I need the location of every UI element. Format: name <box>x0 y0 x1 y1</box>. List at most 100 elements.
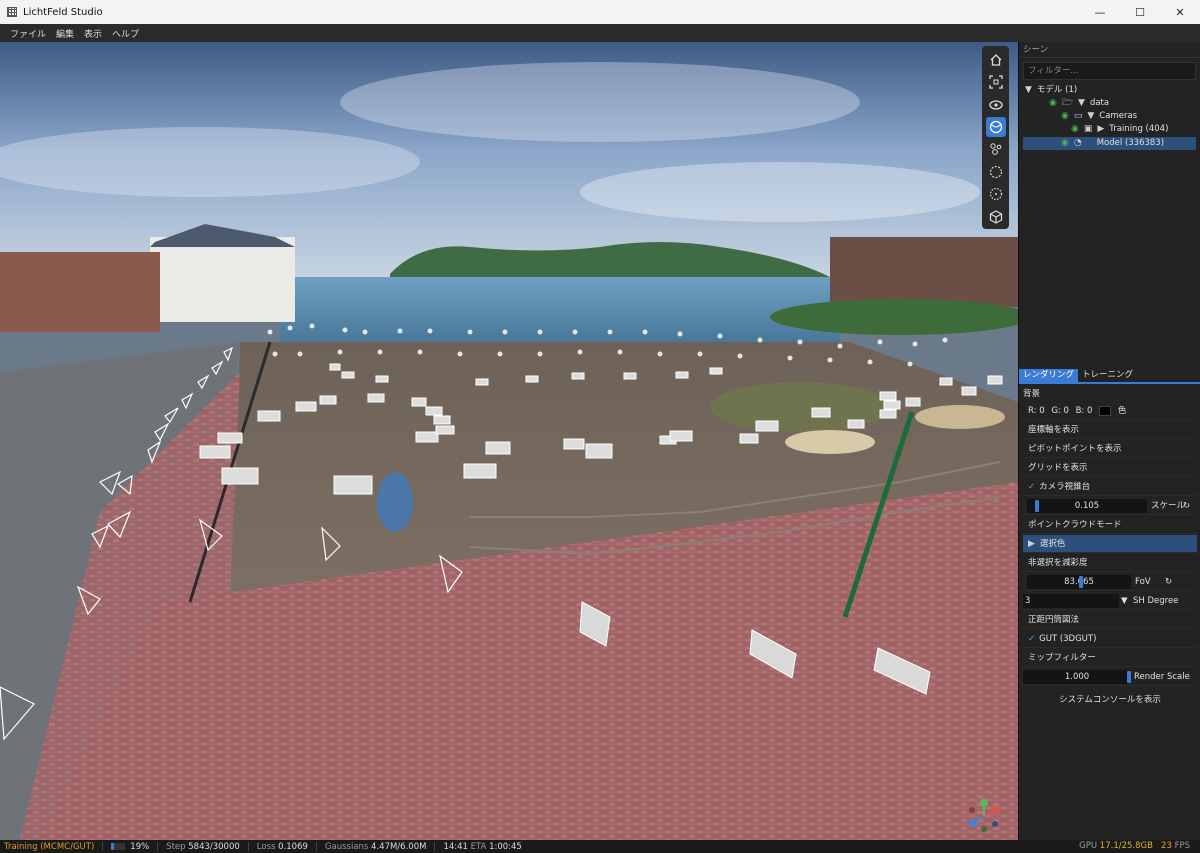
status-bar: Training (MCMC/GUT) 19% Step 5843/30000 … <box>0 840 1200 853</box>
side-panel: シーン フィルター... ▼ モデル (1) ◉ 🗁 ▼ data ◉ ▭ ▼ … <box>1018 42 1200 840</box>
reset-icon[interactable]: ↻ <box>1183 497 1190 515</box>
fps-label: FPS <box>1174 841 1190 851</box>
show-console-button[interactable]: システムコンソールを表示 <box>1023 690 1197 710</box>
gut-label: GUT (3DGUT) <box>1039 634 1097 644</box>
fov-slider[interactable]: 83.665 <box>1027 575 1131 589</box>
mip-filter-toggle[interactable]: ミップフィルター <box>1023 649 1197 667</box>
expand-arrow-icon[interactable]: ▼ <box>1087 110 1094 123</box>
3d-viewport[interactable] <box>0 42 1018 840</box>
render-scale-value: 1.000 <box>1064 672 1090 682</box>
tree-item-model[interactable]: ◉ ◔ Model (336383) <box>1023 137 1196 150</box>
expand-arrow-icon[interactable]: ▼ <box>1025 84 1032 97</box>
gut-toggle[interactable]: ✓ GUT (3DGUT) <box>1023 630 1197 648</box>
show-axes-toggle[interactable]: 座標軸を表示 <box>1023 421 1197 439</box>
gaussians-value: 4.47M/6.00M <box>371 841 427 852</box>
selection-color-row[interactable]: ▶ 選択色 <box>1023 535 1197 553</box>
fit-view-icon[interactable] <box>986 72 1006 92</box>
eta-value: 1:00:45 <box>489 841 522 852</box>
bg-b-field[interactable]: B: 0 <box>1076 406 1093 416</box>
collapse-arrow-icon[interactable]: ▶ <box>1097 123 1104 136</box>
home-icon[interactable] <box>986 50 1006 70</box>
progress-bar <box>111 843 126 850</box>
axis-gizmo[interactable] <box>966 798 1002 834</box>
app-logo-icon <box>7 7 17 17</box>
tab-rendering[interactable]: レンダリング <box>1019 369 1079 382</box>
tree-item-label: data <box>1089 98 1110 108</box>
show-grid-toggle[interactable]: グリッドを表示 <box>1023 459 1197 477</box>
checkmark-icon: ✓ <box>1028 634 1036 644</box>
slider-knob[interactable] <box>1035 500 1039 512</box>
scene-panel-title: シーン <box>1019 42 1200 58</box>
render-scale-label: Render Scale <box>1134 672 1190 682</box>
show-pivot-toggle[interactable]: ピボットポイントを表示 <box>1023 440 1197 458</box>
visibility-eye-icon[interactable]: ◉ <box>1061 110 1069 123</box>
tree-item-data[interactable]: ◉ 🗁 ▼ data <box>1049 97 1109 110</box>
select-dotted-icon[interactable] <box>986 184 1006 204</box>
viewport-toolbar <box>982 46 1009 229</box>
sh-degree-row: 3 ▼ SH Degree <box>1023 592 1197 610</box>
tab-training[interactable]: トレーニング <box>1078 369 1137 382</box>
close-button[interactable]: ✕ <box>1160 0 1200 24</box>
rendering-settings: 背景 R: 0 G: 0 B: 0 色 座標軸を表示 ピボットポイントを表示 グ… <box>1019 388 1200 714</box>
select-circle-icon[interactable] <box>986 162 1006 182</box>
menu-view[interactable]: 表示 <box>84 27 102 40</box>
minimize-button[interactable]: — <box>1080 0 1120 24</box>
point-cloud-icon[interactable] <box>986 140 1006 160</box>
gpu-label: GPU <box>1079 841 1098 851</box>
splat-render-icon[interactable] <box>985 117 1006 137</box>
window-title: LichtFeld Studio <box>23 6 103 18</box>
menu-edit[interactable]: 編集 <box>56 27 74 40</box>
slider-knob[interactable] <box>1127 671 1131 683</box>
visibility-eye-icon[interactable]: ◉ <box>1071 123 1079 136</box>
folder-open-icon: 🗁 <box>1061 98 1074 108</box>
tree-item-cameras[interactable]: ◉ ▭ ▼ Cameras <box>1061 110 1137 123</box>
folder-icon: ▭ <box>1073 111 1083 121</box>
gaussians-label: Gaussians <box>324 841 369 852</box>
camera-frustums-label: カメラ視錐台 <box>1039 482 1091 492</box>
slider-knob[interactable] <box>1079 576 1083 588</box>
tree-item-models[interactable]: ▼ モデル (1) <box>1025 84 1077 97</box>
expand-arrow-icon[interactable]: ▼ <box>1078 97 1085 110</box>
point-cloud-mode-toggle[interactable]: ポイントクラウドモード <box>1023 516 1197 534</box>
frustum-scale-label: スケール <box>1151 501 1186 511</box>
cube-icon[interactable] <box>986 207 1006 227</box>
title-bar: LichtFeld Studio — ☐ ✕ <box>0 0 1200 24</box>
bg-g-field[interactable]: G: 0 <box>1051 406 1069 416</box>
camera-frustums-toggle[interactable]: ✓ カメラ視錐台 <box>1023 478 1197 496</box>
tree-item-label: Training (404) <box>1109 124 1169 134</box>
tree-item-training[interactable]: ◉ ▣ ▶ Training (404) <box>1071 123 1168 136</box>
scene-filter-input[interactable]: フィルター... <box>1023 62 1196 80</box>
dropdown-arrow-icon[interactable]: ▼ <box>1121 592 1128 610</box>
gaussian-splat-scene <box>0 42 1018 840</box>
fov-row: 83.665 FoV ↻ <box>1023 573 1197 591</box>
reset-icon[interactable]: ↻ <box>1165 573 1172 591</box>
maximize-button[interactable]: ☐ <box>1120 0 1160 24</box>
visibility-eye-icon[interactable]: ◉ <box>1049 97 1057 110</box>
menu-help[interactable]: ヘルプ <box>112 27 139 40</box>
training-status: Training (MCMC/GUT) <box>4 841 95 852</box>
menu-file[interactable]: ファイル <box>10 27 46 40</box>
progress-percent: 19% <box>130 841 150 852</box>
splat-model-icon: ◔ <box>1073 138 1082 148</box>
background-color-row: R: 0 G: 0 B: 0 色 <box>1023 402 1197 420</box>
visibility-eye-icon[interactable]: ◉ <box>1061 137 1069 150</box>
step-label: Step <box>166 841 186 852</box>
progress-fill <box>111 843 114 850</box>
bg-color-swatch[interactable] <box>1099 405 1112 416</box>
scene-tree: ▼ モデル (1) ◉ 🗁 ▼ data ◉ ▭ ▼ Cameras ◉ ▣ ▶… <box>1019 84 1200 406</box>
render-scale-slider[interactable]: 1.000 <box>1023 670 1131 684</box>
desaturate-unselected-toggle[interactable]: 非選択を減彩度 <box>1023 554 1197 572</box>
orbit-icon[interactable] <box>986 95 1006 115</box>
sh-degree-select[interactable]: 3 <box>1023 594 1119 608</box>
settings-tabs: レンダリング トレーニング <box>1019 369 1200 384</box>
camera-icon: ▣ <box>1083 124 1093 134</box>
loss-value: 0.1069 <box>278 841 308 852</box>
equirect-toggle[interactable]: 正距円筒図法 <box>1023 611 1197 629</box>
frustum-scale-slider[interactable]: 0.105 <box>1027 499 1147 513</box>
collapse-arrow-icon[interactable]: ▶ <box>1028 539 1035 549</box>
tree-item-label: Model (336383) <box>1096 138 1165 148</box>
selection-color-label: 選択色 <box>1039 539 1066 549</box>
bg-r-field[interactable]: R: 0 <box>1028 406 1045 416</box>
background-label: 背景 <box>1023 389 1041 399</box>
gpu-stats: GPU 17.1/25.8GB 23 FPS <box>1079 840 1190 853</box>
